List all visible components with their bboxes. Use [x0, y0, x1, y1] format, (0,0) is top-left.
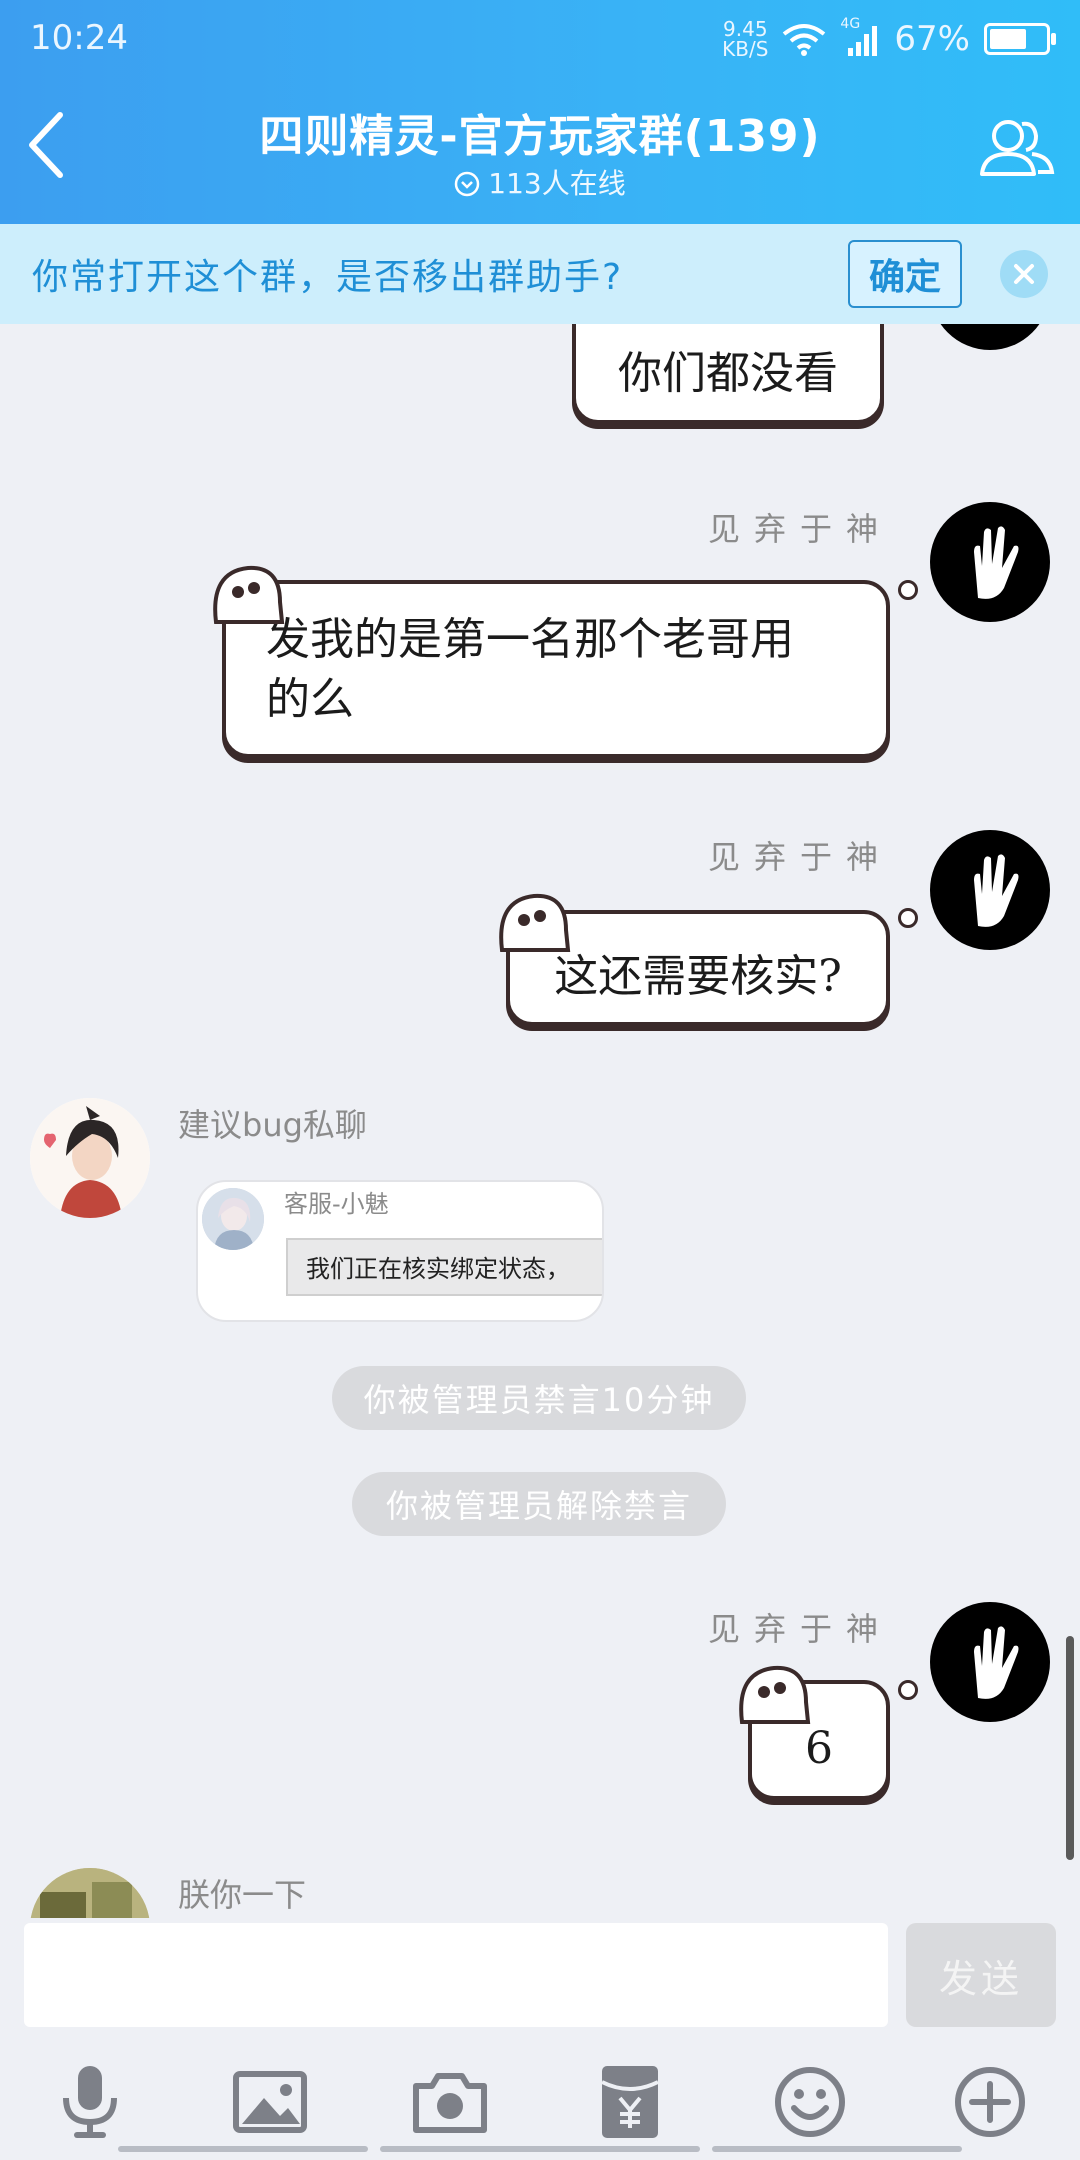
title-bar: 10:24 9.45 KB/S 4G 67% 四则精灵-官方玩家群(139) 1…: [0, 0, 1080, 224]
system-tip: 你被管理员解除禁言: [352, 1472, 726, 1536]
card-avatar: [202, 1188, 264, 1250]
sender-name: 朕你一下: [178, 1876, 307, 1914]
red-packet-icon[interactable]: [590, 2062, 670, 2142]
group-title: 四则精灵-官方玩家群(139): [259, 111, 821, 162]
avatar[interactable]: [930, 830, 1050, 950]
message-line: 发我的是第一名那个老哥用: [266, 614, 794, 665]
message-bubble[interactable]: 你们都没看: [572, 324, 884, 424]
message-input[interactable]: [24, 1923, 888, 2027]
hand-icon: [974, 854, 1019, 927]
anime-avatar-icon: [30, 1098, 150, 1218]
camera-icon[interactable]: [410, 2062, 490, 2142]
avatar-icon: [30, 1868, 150, 1918]
bubble-tail: [898, 580, 918, 600]
card-name: 客服-小魅: [284, 1190, 389, 1218]
avatar-icon: [202, 1188, 264, 1250]
toolbar-divider: [380, 2146, 700, 2152]
network-speed: 9.45 KB/S: [722, 17, 769, 61]
battery-percent: 67%: [894, 19, 970, 59]
sender-name: 见弃于神: [708, 1610, 893, 1648]
group-members-icon[interactable]: [976, 108, 1056, 188]
ghost-icon: [499, 893, 571, 952]
status-icons: 9.45 KB/S 4G 67%: [722, 14, 1056, 64]
plus-icon[interactable]: [950, 2062, 1030, 2142]
chat-area[interactable]: 你们都没看 见弃于神 发我的是第一名那个老哥用 的么 见弃于神 这还需要核实?: [0, 324, 1080, 1918]
avatar[interactable]: [930, 324, 1050, 350]
emoji-icon[interactable]: [770, 2062, 850, 2142]
ghost-icon: [213, 565, 285, 624]
message-line: 的么: [266, 674, 354, 725]
input-bar: 发送: [0, 1918, 1080, 2038]
sender-name: 建议bug私聊: [178, 1106, 367, 1144]
group-assistant-notice: 你常打开这个群，是否移出群助手? 确定: [0, 224, 1080, 324]
hand-icon: [974, 1626, 1019, 1699]
microphone-icon[interactable]: [50, 2062, 130, 2142]
message-text: 这还需要核实?: [554, 951, 842, 1002]
toolbar-divider: [118, 2146, 368, 2152]
sender-name: 见弃于神: [708, 510, 893, 548]
card-text: 我们正在核实绑定状态，: [286, 1238, 602, 1296]
bubble-tail: [898, 1680, 918, 1700]
avatar[interactable]: [930, 1602, 1050, 1722]
ghost-icon: [739, 1665, 811, 1724]
message-text: 6: [805, 1722, 833, 1774]
close-icon[interactable]: [1000, 250, 1048, 298]
scrollbar[interactable]: [1066, 1636, 1074, 1860]
image-icon[interactable]: [230, 2062, 310, 2142]
toolbar-divider: [712, 2146, 962, 2152]
avatar[interactable]: [30, 1868, 150, 1918]
wifi-icon: [783, 24, 826, 56]
status-time: 10:24: [30, 18, 128, 58]
online-status[interactable]: 113人在线: [0, 162, 1080, 202]
notice-confirm-button[interactable]: 确定: [848, 240, 962, 308]
avatar[interactable]: [30, 1098, 150, 1218]
signal-icon: 4G: [840, 16, 880, 58]
notice-text: 你常打开这个群，是否移出群助手?: [32, 257, 624, 298]
system-tip: 你被管理员禁言10分钟: [332, 1366, 746, 1430]
input-toolbar: [0, 2038, 1080, 2160]
battery-icon: [984, 23, 1056, 55]
chevron-down-circle-icon: [455, 171, 480, 197]
avatar[interactable]: [930, 502, 1050, 622]
send-button[interactable]: 发送: [906, 1923, 1056, 2027]
forwarded-card[interactable]: 客服-小魅 我们正在核实绑定状态，: [196, 1180, 604, 1322]
sender-name: 见弃于神: [708, 838, 893, 876]
hand-icon: [974, 526, 1019, 599]
message-bubble[interactable]: 发我的是第一名那个老哥用 的么: [222, 580, 890, 758]
message-text: 你们都没看: [618, 348, 838, 399]
bubble-tail: [898, 908, 918, 928]
